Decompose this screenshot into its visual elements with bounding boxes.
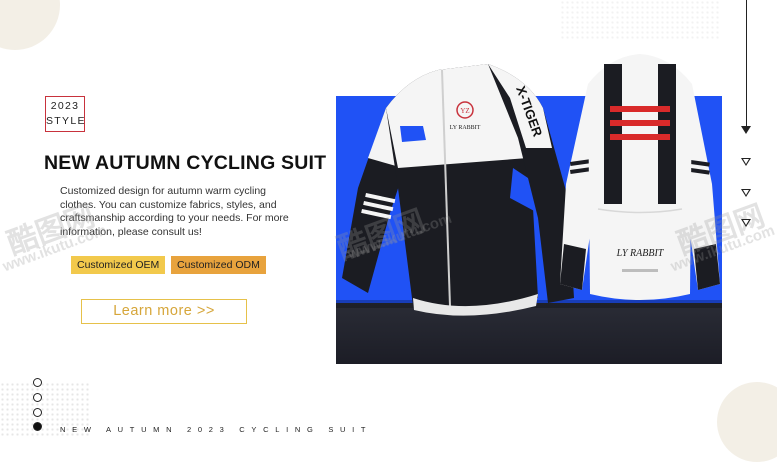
jersey-back-image: LY RABBIT: [560, 54, 720, 300]
slide-dot-2[interactable]: [33, 393, 42, 402]
year-badge-year: 2023: [50, 100, 80, 112]
learn-more-button[interactable]: Learn more >>: [81, 299, 247, 324]
slide-dot-3[interactable]: [33, 408, 42, 417]
slide-dot-1[interactable]: [33, 378, 42, 387]
arrow-down-filled-icon[interactable]: [741, 126, 751, 134]
side-indicator-line: [746, 0, 747, 126]
slide-dot-4-active[interactable]: [33, 422, 42, 431]
year-badge-label: STYLE: [46, 115, 86, 127]
jersey-back-logo-text: LY RABBIT: [616, 248, 665, 259]
arrow-down-outline-icon[interactable]: [741, 158, 751, 166]
decor-circle-bottom-right: [717, 382, 777, 462]
tag-customized-oem[interactable]: Customized OEM: [71, 256, 166, 274]
decor-dots-top: [560, 0, 720, 40]
year-badge: 2023 STYLE: [45, 96, 85, 132]
jersey-front-image: YZ LY RABBIT X-TIGER: [342, 64, 574, 316]
jersey-logo-mark: YZ: [460, 107, 469, 115]
decor-circle-top-left: [0, 0, 60, 50]
page-title: NEW AUTUMN CYCLING SUIT: [44, 152, 327, 174]
arrow-down-outline-icon[interactable]: [741, 189, 751, 197]
jersey-front-logo-text: LY RABBIT: [450, 125, 481, 131]
footer-caption: NEW AUTUMN 2023 CYCLING SUIT: [60, 425, 373, 434]
tag-customized-odm[interactable]: Customized ODM: [171, 256, 266, 274]
arrow-down-outline-icon[interactable]: [741, 219, 751, 227]
